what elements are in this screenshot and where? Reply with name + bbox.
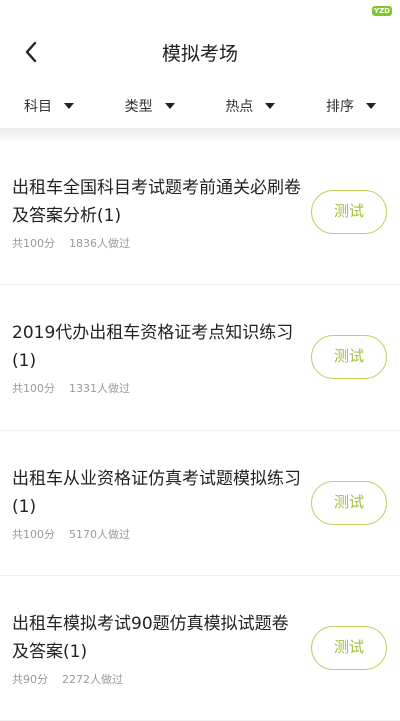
exam-score: 共100分 xyxy=(12,237,55,250)
filter-label: 热点 xyxy=(225,99,254,115)
filter-label: 科目 xyxy=(24,99,52,115)
exam-title: 出租车模拟考试90题仿真模拟试题卷及答案(1) xyxy=(12,614,289,662)
caret-down-icon xyxy=(64,103,74,109)
exam-title: 出租车从业资格证仿真考试题模拟练习(1) xyxy=(12,469,301,517)
exam-score: 共90分 xyxy=(12,673,48,686)
caret-down-icon xyxy=(365,103,376,109)
filter-hot[interactable]: 热点 xyxy=(225,96,276,116)
app-logo-icon: YZD xyxy=(372,6,392,16)
divider xyxy=(0,128,400,140)
test-button[interactable]: 测试 xyxy=(311,190,387,234)
filter-label: 排序 xyxy=(325,99,354,115)
exam-score: 共100分 xyxy=(12,528,55,541)
exam-meta: 共100分 1836人做过 xyxy=(12,235,130,251)
filter-bar: 科目 类型 热点 排序 xyxy=(0,84,400,128)
header: 模拟考场 xyxy=(0,22,400,84)
test-button[interactable]: 测试 xyxy=(311,335,387,379)
exam-title: 出租车全国科目考试题考前通关必刷卷及答案分析(1) xyxy=(12,178,301,226)
exam-title: 2019代办出租车资格证考点知识练习(1) xyxy=(12,323,294,371)
exam-card[interactable]: 出租车从业资格证仿真考试题模拟练习(1) 共100分 5170人做过 测试 xyxy=(0,431,400,576)
exam-count: 2272人做过 xyxy=(62,673,123,686)
filter-sort[interactable]: 排序 xyxy=(326,96,376,116)
status-bar: YZD xyxy=(0,0,400,22)
exam-list: 出租车全国科目考试题考前通关必刷卷及答案分析(1) 共100分 1836人做过 … xyxy=(0,140,400,721)
filter-type[interactable]: 类型 xyxy=(125,96,175,116)
exam-card[interactable]: 出租车模拟考试90题仿真模拟试题卷及答案(1) 共90分 2272人做过 测试 xyxy=(0,576,400,721)
filter-subject[interactable]: 科目 xyxy=(24,96,74,116)
exam-card[interactable]: 2019代办出租车资格证考点知识练习(1) 共100分 1331人做过 测试 xyxy=(0,285,400,431)
exam-score: 共100分 xyxy=(12,382,55,395)
test-button[interactable]: 测试 xyxy=(311,626,387,670)
test-button[interactable]: 测试 xyxy=(311,481,387,525)
exam-count: 5170人做过 xyxy=(69,528,130,541)
page-title: 模拟考场 xyxy=(161,43,238,65)
exam-meta: 共90分 2272人做过 xyxy=(12,671,123,687)
exam-meta: 共100分 5170人做过 xyxy=(12,526,130,542)
caret-down-icon xyxy=(265,103,276,109)
filter-label: 类型 xyxy=(124,99,153,115)
exam-meta: 共100分 1331人做过 xyxy=(12,380,130,396)
exam-count: 1836人做过 xyxy=(69,237,130,250)
caret-down-icon xyxy=(164,103,175,109)
exam-card[interactable]: 出租车全国科目考试题考前通关必刷卷及答案分析(1) 共100分 1836人做过 … xyxy=(0,140,400,285)
exam-count: 1331人做过 xyxy=(69,382,130,395)
